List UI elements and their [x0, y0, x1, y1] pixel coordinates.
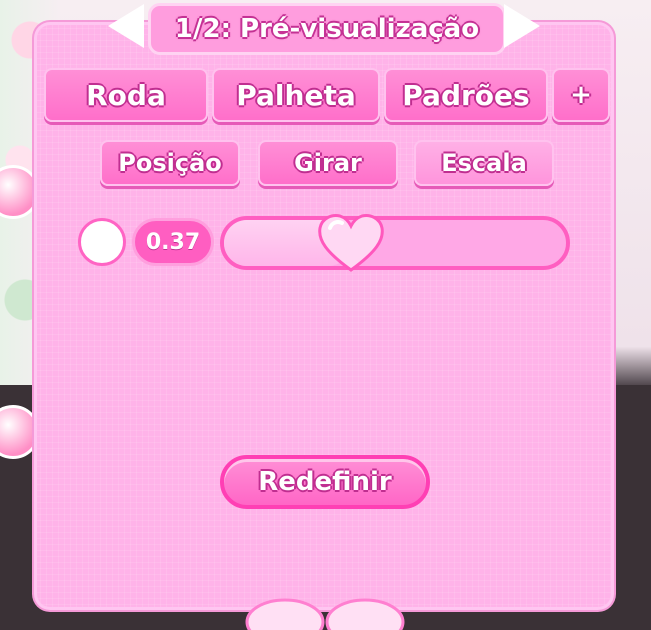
add-button[interactable]: + [552, 68, 610, 122]
scale-slider[interactable] [220, 214, 570, 272]
arrow-left-icon[interactable] [108, 4, 144, 48]
heart-decoration-icon [245, 598, 405, 630]
heart-icon[interactable] [316, 212, 386, 274]
tab-roda[interactable]: Roda [44, 68, 208, 122]
tab-posicao[interactable]: Posição [100, 140, 240, 186]
scale-value: 0.37 [132, 218, 214, 266]
tab-girar[interactable]: Girar [258, 140, 398, 186]
page-title: 1/2: Pré-visualização [148, 3, 506, 55]
color-swatch-icon[interactable] [78, 218, 126, 266]
tab-palheta[interactable]: Palheta [212, 68, 380, 122]
tab-padroes[interactable]: Padrões [384, 68, 548, 122]
title-bar: 1/2: Pré-visualização [108, 0, 540, 56]
arrow-right-icon[interactable] [504, 4, 540, 48]
reset-button[interactable]: Redefinir [220, 455, 430, 509]
tab-escala[interactable]: Escala [414, 140, 554, 186]
